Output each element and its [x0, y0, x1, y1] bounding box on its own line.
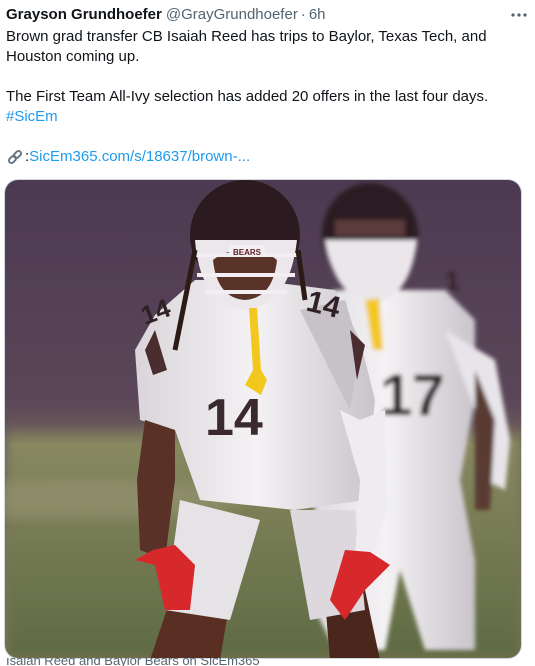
tweet-text-line: Brown grad transfer CB Isaiah Reed has t… [6, 28, 487, 65]
tweet[interactable]: Grayson Grundhoefer @GrayGrundhoefer · 6… [0, 0, 535, 666]
more-options-button[interactable] [509, 5, 529, 25]
football-player-photo: 17 1 14 14 14 BEARS [5, 180, 521, 658]
tweet-media-image[interactable]: 17 1 14 14 14 BEARS [4, 179, 522, 659]
separator-dot: · [300, 6, 306, 23]
media-caption-text: Isaiah Reed and Baylor Bears on SicEm365 [6, 658, 260, 666]
jersey-number: 14 [205, 389, 263, 447]
background-jersey-number: 17 [380, 363, 445, 428]
tweet-timestamp[interactable]: 6h [309, 5, 326, 25]
hashtag-link[interactable]: #SicEm [6, 108, 58, 125]
svg-text:1: 1 [445, 266, 459, 296]
more-horizontal-icon [511, 13, 527, 17]
article-link[interactable]: SicEm365.com/s/18637/brown-... [29, 147, 250, 167]
helmet-text: BEARS [233, 248, 262, 257]
tweet-text-line: The First Team All-Ivy selection has add… [6, 88, 489, 105]
tweet-text: Brown grad transfer CB Isaiah Reed has t… [6, 27, 526, 167]
media-caption[interactable]: Isaiah Reed and Baylor Bears on SicEm365 [6, 658, 522, 666]
author-handle[interactable]: @GrayGrundhoefer [166, 5, 298, 25]
tweet-header: Grayson Grundhoefer @GrayGrundhoefer · 6… [6, 5, 525, 25]
link-icon [7, 149, 23, 165]
author-name[interactable]: Grayson Grundhoefer [6, 5, 162, 25]
